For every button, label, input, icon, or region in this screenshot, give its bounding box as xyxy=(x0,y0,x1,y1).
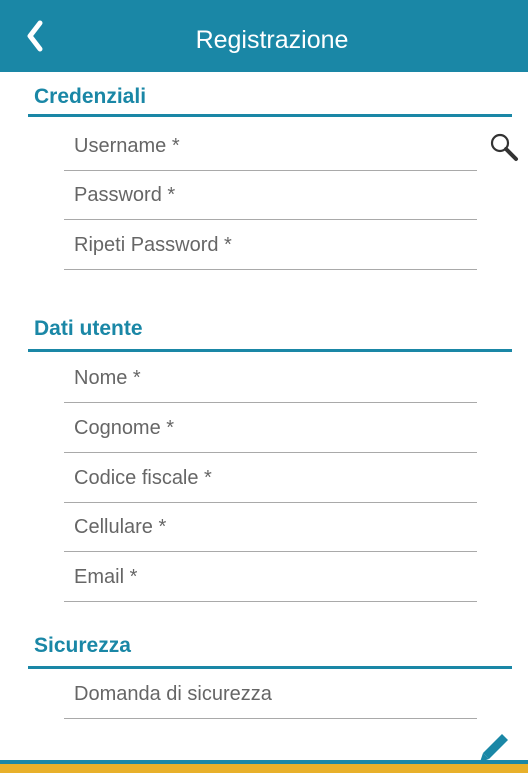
footer-accent-bar xyxy=(0,764,528,773)
search-icon[interactable] xyxy=(489,132,519,162)
section-divider xyxy=(28,666,512,669)
codice-fiscale-field[interactable] xyxy=(64,454,477,503)
password-input[interactable] xyxy=(74,171,477,219)
cognome-field[interactable] xyxy=(64,404,477,453)
repeat-password-field[interactable] xyxy=(64,221,477,270)
email-input[interactable] xyxy=(74,553,477,601)
cognome-input[interactable] xyxy=(74,404,477,452)
email-field[interactable] xyxy=(64,553,477,602)
username-input[interactable] xyxy=(74,122,477,170)
page-title: Registrazione xyxy=(195,26,349,54)
section-divider xyxy=(28,349,512,352)
username-field[interactable] xyxy=(64,122,477,171)
section-title-credentials: Credenziali xyxy=(34,85,147,108)
section-divider xyxy=(28,114,512,117)
security-question-input[interactable] xyxy=(74,670,477,718)
app-header: Registrazione xyxy=(0,0,528,72)
nome-field[interactable] xyxy=(64,354,477,403)
security-question-field[interactable] xyxy=(64,670,477,719)
section-title-user-data: Dati utente xyxy=(34,317,143,340)
codice-fiscale-input[interactable] xyxy=(74,454,477,502)
repeat-password-input[interactable] xyxy=(74,221,477,269)
nome-input[interactable] xyxy=(74,354,477,402)
section-title-security: Sicurezza xyxy=(34,634,131,657)
cellulare-input[interactable] xyxy=(74,503,477,551)
password-field[interactable] xyxy=(64,171,477,220)
cellulare-field[interactable] xyxy=(64,503,477,552)
